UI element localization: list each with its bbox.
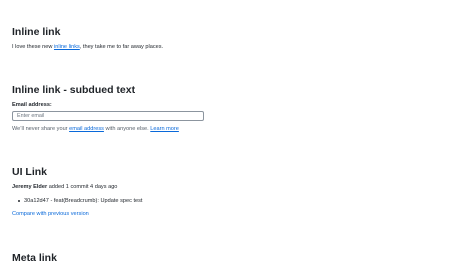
author-name: Jeremy Elder: [12, 184, 48, 190]
heading-subdued-text: Inline link - subdued text: [12, 84, 136, 96]
commit-sha[interactable]: 30a12d47: [24, 198, 49, 204]
commit-list-item: 30a12d47 - feat(Breadcrumb): Update spec…: [18, 197, 142, 205]
learn-more-link[interactable]: Learn more: [150, 126, 179, 132]
inline-link-paragraph: I love these new inline links, they take…: [12, 43, 163, 51]
email-address-link[interactable]: email address: [69, 126, 104, 132]
email-input[interactable]: [12, 111, 204, 121]
activity-text: added 1 commit 4 days ago: [47, 184, 118, 190]
heading-ui-link: UI Link: [12, 166, 48, 178]
email-label: Email address:: [12, 102, 52, 108]
inline-links-link[interactable]: inline links: [54, 44, 80, 50]
email-note: We’ll never share your email address wit…: [12, 125, 179, 133]
email-note-before: We’ll never share your: [12, 126, 70, 132]
commit-message: - feat(Breadcrumb): Update spec test: [48, 198, 143, 204]
compare-paragraph: Compare with previous version: [12, 210, 89, 218]
bullet-icon: [18, 199, 20, 202]
inline-link-text-before: I love these new: [12, 44, 54, 50]
inline-link-text-after: , they take me to far away places.: [79, 44, 164, 50]
heading-meta-link: Meta link: [12, 252, 57, 264]
heading-inline-link: Inline link: [12, 26, 61, 38]
page: Inline link I love these new inline link…: [0, 0, 474, 266]
compare-previous-version-link[interactable]: Compare with previous version: [12, 211, 89, 217]
email-note-middle: with anyone else.: [103, 126, 151, 132]
activity-line: Jeremy Elder added 1 commit 4 days ago: [12, 183, 117, 191]
